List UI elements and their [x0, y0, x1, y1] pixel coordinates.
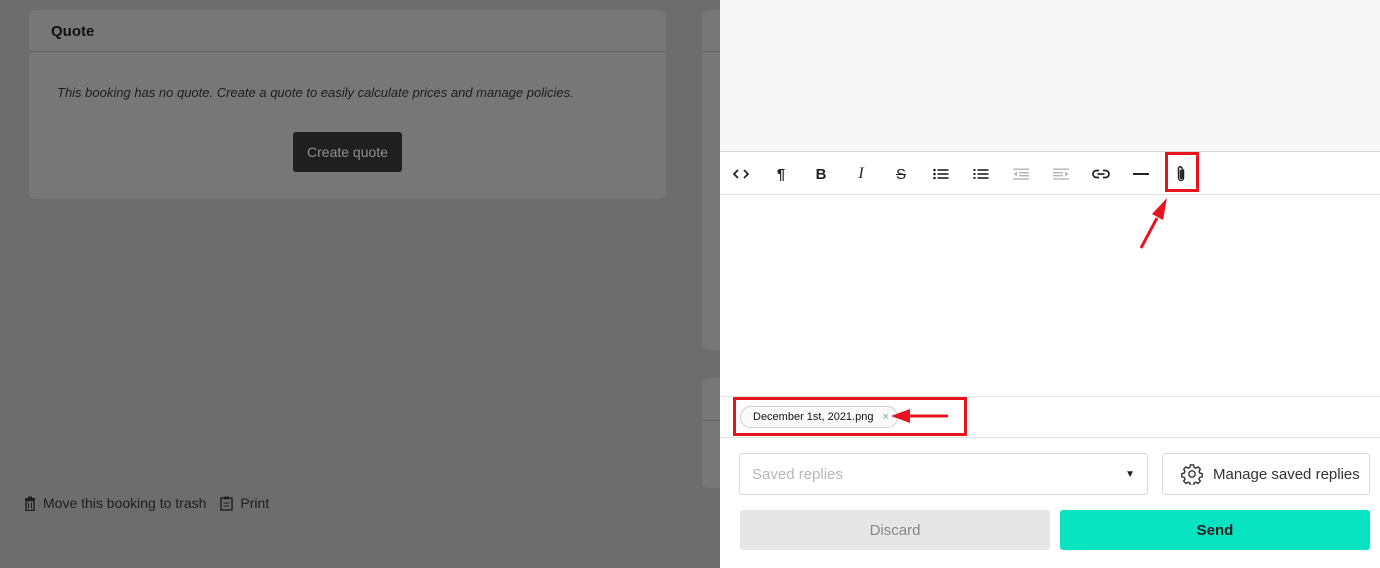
discard-button[interactable]: Discard — [740, 510, 1050, 550]
background-page: Quote This booking has no quote. Create … — [0, 0, 732, 568]
attachment-chip[interactable]: December 1st, 2021.png × — [740, 406, 898, 428]
create-quote-button[interactable]: Create quote — [293, 132, 402, 172]
bullet-list-button[interactable] — [926, 159, 956, 189]
attachment-filename: December 1st, 2021.png — [753, 411, 874, 423]
gear-icon — [1181, 464, 1203, 485]
outdent-button[interactable] — [1006, 159, 1036, 189]
strikethrough-button[interactable]: S — [886, 159, 916, 189]
indent-button[interactable] — [1046, 159, 1076, 189]
numbered-list-icon — [973, 169, 989, 179]
attach-file-button[interactable] — [1166, 159, 1196, 189]
trash-icon — [25, 496, 35, 511]
quote-card: Quote This booking has no quote. Create … — [29, 10, 666, 199]
editor-toolbar: ¶ B I S — [720, 153, 1380, 195]
link-button[interactable] — [1086, 159, 1116, 189]
manage-saved-replies-label: Manage saved replies — [1213, 465, 1360, 483]
quote-empty-message: This booking has no quote. Create a quot… — [57, 85, 574, 100]
quote-card-title: Quote — [51, 23, 95, 40]
code-view-icon — [733, 169, 749, 179]
print-icon — [220, 496, 234, 511]
conversation-area — [720, 0, 1380, 152]
booking-footer-links: Move this booking to trash Print — [24, 495, 283, 511]
italic-button[interactable]: I — [846, 159, 876, 189]
move-to-trash-label: Move this booking to trash — [43, 495, 207, 511]
send-button[interactable]: Send — [1060, 510, 1370, 550]
saved-replies-placeholder: Saved replies — [752, 465, 843, 483]
link-icon — [1092, 169, 1110, 179]
numbered-list-button[interactable] — [966, 159, 996, 189]
attachments-row: December 1st, 2021.png × — [720, 396, 1380, 438]
horizontal-rule-icon — [1133, 173, 1149, 175]
paragraph-icon: ¶ — [776, 165, 786, 183]
strikethrough-icon: S — [895, 165, 906, 183]
horizontal-rule-button[interactable] — [1126, 159, 1156, 189]
reply-composer-panel: ¶ B I S December 1st, 2021.png × Saved r… — [720, 0, 1380, 568]
paperclip-icon — [1177, 165, 1185, 182]
chevron-down-icon: ▼ — [1125, 468, 1135, 480]
bullet-list-icon — [933, 168, 949, 180]
italic-icon: I — [858, 165, 864, 182]
manage-saved-replies-button[interactable]: Manage saved replies — [1162, 453, 1370, 495]
paragraph-button[interactable]: ¶ — [766, 159, 796, 189]
bold-button[interactable]: B — [806, 159, 836, 189]
print-link[interactable]: Print — [220, 495, 269, 511]
bold-icon: B — [815, 165, 827, 183]
indent-icon — [1053, 168, 1069, 180]
message-editor[interactable] — [720, 196, 1380, 396]
move-to-trash-link[interactable]: Move this booking to trash — [24, 495, 206, 511]
quote-card-header: Quote — [29, 10, 666, 52]
outdent-icon — [1013, 168, 1029, 180]
print-label: Print — [240, 495, 270, 511]
remove-attachment-icon[interactable]: × — [882, 411, 888, 423]
saved-replies-select[interactable]: Saved replies ▼ — [739, 453, 1148, 495]
code-view-button[interactable] — [726, 159, 756, 189]
